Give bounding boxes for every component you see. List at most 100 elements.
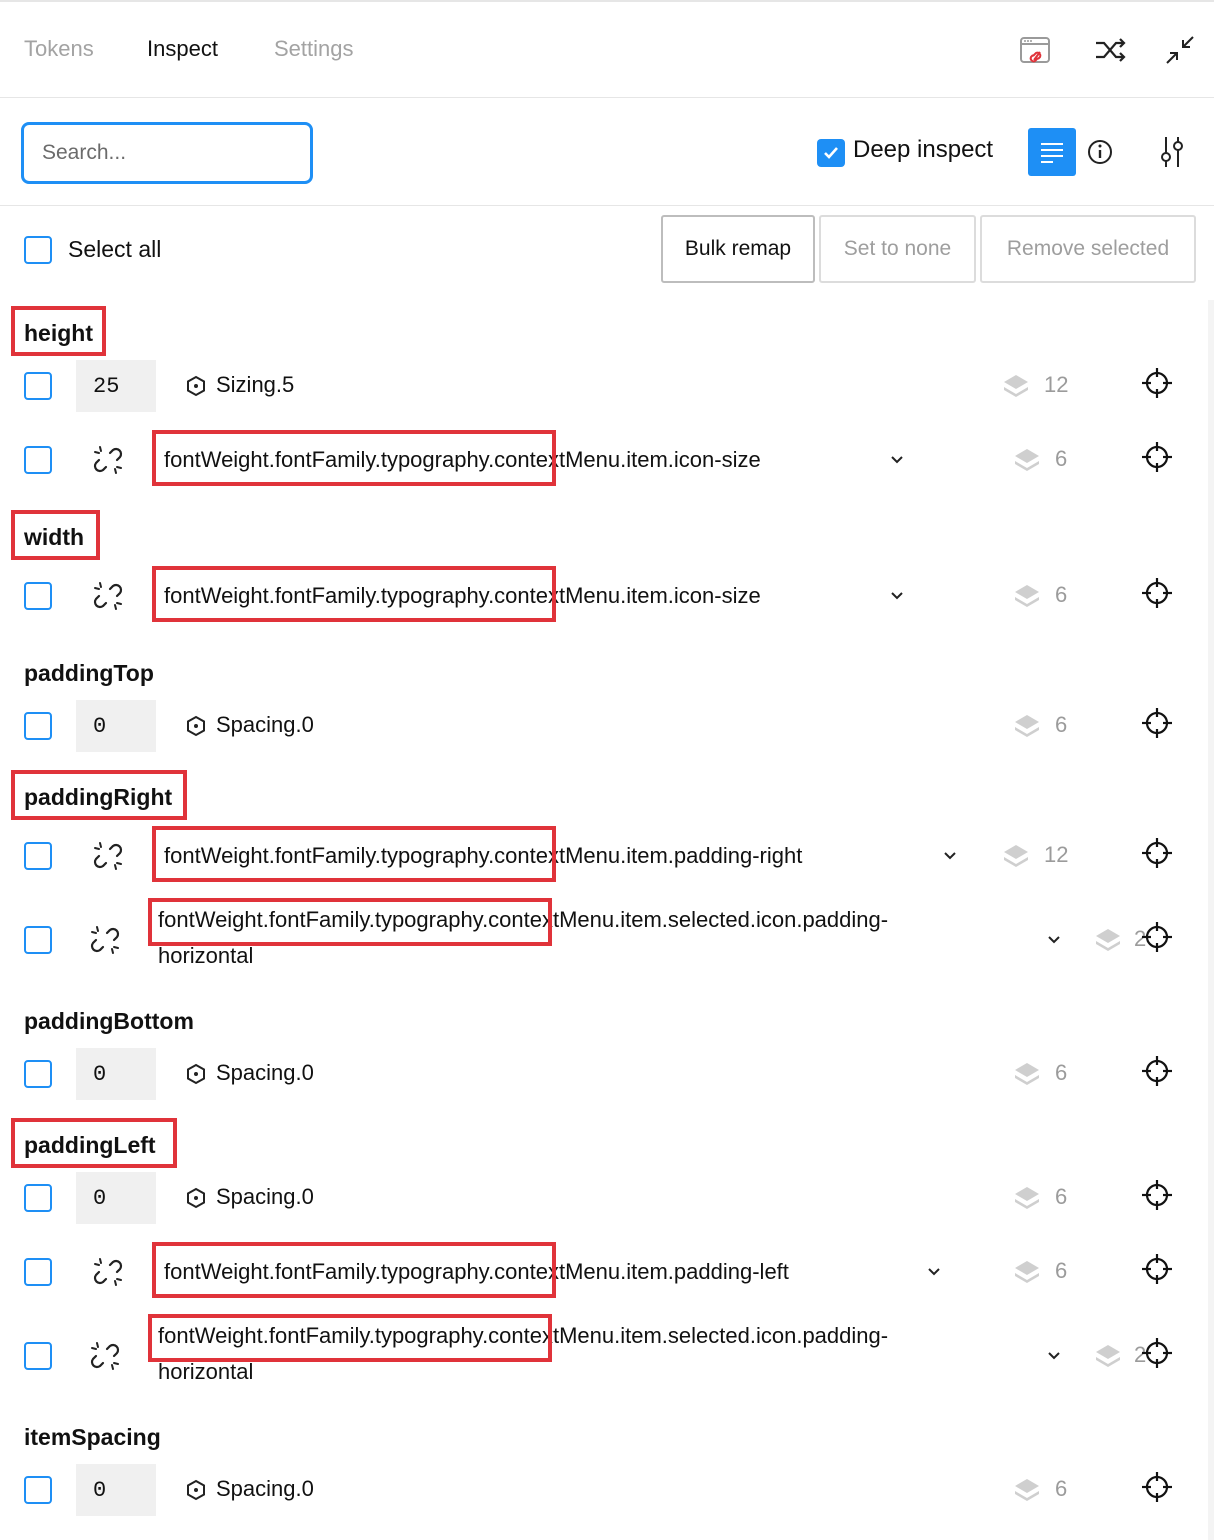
- chevron-down-icon: [1046, 1348, 1062, 1364]
- token-reference[interactable]: fontWeight.fontFamily.typography.context…: [158, 902, 1028, 974]
- token-name[interactable]: Sizing.5: [216, 372, 294, 398]
- token-reference[interactable]: fontWeight.fontFamily.typography.context…: [164, 838, 964, 874]
- tab-inspect[interactable]: Inspect: [147, 36, 218, 62]
- row-checkbox[interactable]: [24, 1258, 52, 1286]
- token-reference[interactable]: fontWeight.fontFamily.typography.context…: [158, 1318, 1028, 1390]
- target-icon[interactable]: [1141, 1055, 1173, 1087]
- select-all-checkbox[interactable]: [24, 236, 52, 264]
- token-hexagon-icon: [185, 715, 207, 737]
- row-checkbox[interactable]: [24, 1184, 52, 1212]
- row-checkbox[interactable]: [24, 842, 52, 870]
- row-checkbox[interactable]: [24, 1476, 52, 1504]
- target-icon[interactable]: [1141, 577, 1173, 609]
- top-bar: Tokens Inspect Settings: [0, 0, 1214, 98]
- target-icon[interactable]: [1141, 837, 1173, 869]
- set-to-none-button[interactable]: Set to none: [819, 215, 976, 283]
- row-checkbox[interactable]: [24, 582, 52, 610]
- chevron-down-icon: [926, 1264, 942, 1280]
- info-icon[interactable]: [1082, 134, 1118, 170]
- layers-icon: [1013, 582, 1041, 610]
- reference-prefix: fontWeight.fontFamily.typography: [158, 907, 483, 932]
- layers-icon: [1094, 926, 1122, 954]
- reference-suffix-wrap: horizontal: [158, 1359, 254, 1384]
- layers-icon: [1094, 1342, 1122, 1370]
- token-name[interactable]: Spacing.0: [216, 1060, 314, 1086]
- broken-link-icon: [91, 839, 125, 873]
- usage-count: 6: [1055, 1184, 1068, 1209]
- layers-icon: [1013, 1476, 1041, 1504]
- usage-count: 6: [1055, 446, 1068, 471]
- row-checkbox[interactable]: [24, 1342, 52, 1370]
- reference-suffix: .contextMenu.item.padding-left: [488, 1259, 789, 1284]
- target-icon[interactable]: [1141, 1471, 1173, 1503]
- reference-prefix: fontWeight.fontFamily.typography: [164, 843, 489, 868]
- row-checkbox[interactable]: [24, 926, 52, 954]
- token-hexagon-icon: [185, 1479, 207, 1501]
- layers-icon: [1013, 1258, 1041, 1286]
- usage-count: 6: [1055, 712, 1068, 737]
- broken-link-icon: [88, 1339, 122, 1373]
- remove-selected-button[interactable]: Remove selected: [980, 215, 1196, 283]
- usage-count: 6: [1055, 582, 1068, 607]
- token-reference[interactable]: fontWeight.fontFamily.typography.context…: [164, 1254, 964, 1290]
- layers-icon: [1013, 712, 1041, 740]
- usage-count: 12: [1044, 842, 1069, 867]
- target-icon[interactable]: [1141, 1337, 1173, 1369]
- target-icon[interactable]: [1141, 441, 1173, 473]
- broken-link-icon: [91, 579, 125, 613]
- token-hexagon-icon: [185, 1187, 207, 1209]
- shuffle-icon[interactable]: [1093, 32, 1129, 68]
- reference-suffix: .contextMenu.item.selected.icon.padding-: [482, 1323, 889, 1348]
- target-icon[interactable]: [1141, 707, 1173, 739]
- reference-suffix-wrap: horizontal: [158, 943, 254, 968]
- token-value: 0: [76, 1048, 156, 1100]
- token-value: 0: [76, 1172, 156, 1224]
- token-name[interactable]: Spacing.0: [216, 712, 314, 738]
- tab-tokens[interactable]: Tokens: [24, 36, 94, 62]
- token-name[interactable]: Spacing.0: [216, 1476, 314, 1502]
- usage-count: 6: [1055, 1258, 1068, 1283]
- token-reference[interactable]: fontWeight.fontFamily.typography.context…: [164, 442, 964, 478]
- layers-icon: [1002, 842, 1030, 870]
- row-checkbox[interactable]: [24, 712, 52, 740]
- bulk-remap-button[interactable]: Bulk remap: [661, 215, 815, 283]
- row-checkbox[interactable]: [24, 1060, 52, 1088]
- usage-count: 12: [1044, 372, 1069, 397]
- select-all-label[interactable]: Select all: [68, 236, 161, 263]
- group-title: paddingRight: [24, 784, 173, 810]
- inspect-toolbar: Deep inspect: [0, 99, 1214, 206]
- deep-inspect-label[interactable]: Deep inspect: [853, 136, 993, 164]
- group-title: height: [24, 320, 93, 346]
- target-icon[interactable]: [1141, 367, 1173, 399]
- deep-inspect-checkbox[interactable]: [817, 139, 845, 167]
- chevron-down-icon: [889, 588, 905, 604]
- target-icon[interactable]: [1141, 1253, 1173, 1285]
- reference-prefix: fontWeight.fontFamily.typography: [164, 583, 489, 608]
- minimize-icon[interactable]: [1162, 32, 1198, 68]
- target-icon[interactable]: [1141, 1179, 1173, 1211]
- broken-link-icon: [91, 443, 125, 477]
- reference-suffix: .contextMenu.item.selected.icon.padding-: [482, 907, 889, 932]
- group-title: paddingLeft: [24, 1132, 156, 1158]
- reference-prefix: fontWeight.fontFamily.typography: [158, 1323, 483, 1348]
- token-value: 0: [76, 1464, 156, 1516]
- target-icon[interactable]: [1141, 921, 1173, 953]
- reference-suffix: .contextMenu.item.icon-size: [488, 583, 761, 608]
- row-checkbox[interactable]: [24, 372, 52, 400]
- scrollbar-track[interactable]: [1208, 300, 1214, 1540]
- row-checkbox[interactable]: [24, 446, 52, 474]
- token-hexagon-icon: [185, 1063, 207, 1085]
- tab-settings[interactable]: Settings: [274, 36, 354, 62]
- search-input[interactable]: [21, 122, 313, 184]
- token-name[interactable]: Spacing.0: [216, 1184, 314, 1210]
- broken-link-icon: [91, 1255, 125, 1289]
- settings-sliders-icon[interactable]: [1154, 134, 1190, 170]
- reference-suffix: .contextMenu.item.padding-right: [488, 843, 803, 868]
- layers-icon: [1013, 1060, 1041, 1088]
- chevron-down-icon: [942, 848, 958, 864]
- list-view-icon[interactable]: [1028, 128, 1076, 176]
- calendar-broken-link-icon[interactable]: [1017, 32, 1053, 68]
- token-value: 25: [76, 360, 156, 412]
- token-reference[interactable]: fontWeight.fontFamily.typography.context…: [164, 578, 964, 614]
- group-title: width: [24, 524, 85, 550]
